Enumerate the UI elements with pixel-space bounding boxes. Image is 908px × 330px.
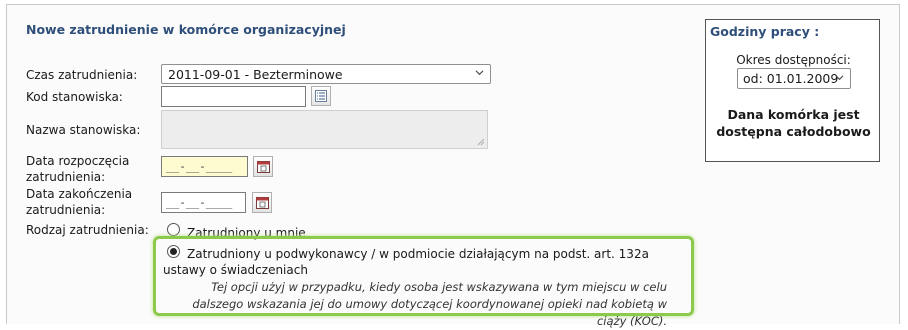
end-date-input[interactable]: __-__-____ (161, 192, 246, 213)
start-date-input[interactable]: __-__-____ (161, 156, 248, 177)
subcontractor-hint: Tej opcji użyj w przypadku, kiedy osoba … (192, 280, 667, 328)
position-name-field (161, 110, 488, 149)
employment-time-value: 2011-09-01 - Bezterminowe (168, 67, 343, 82)
position-code-picker-button[interactable] (311, 86, 331, 106)
calendar-icon (256, 161, 270, 173)
availability-message: Dana komórka jest dostępna całodobowo (716, 107, 871, 139)
position-code-label: Kod stanowiska: (26, 90, 123, 104)
end-date-label: Data zakończenia zatrudnienia: (26, 187, 133, 217)
employment-time-label: Czas zatrudnienia: (26, 68, 138, 82)
list-picker-icon (315, 90, 327, 102)
working-hours-title: Godziny pracy : (710, 24, 820, 39)
position-name-label: Nazwa stanowiska: (26, 123, 141, 137)
section-title: Nowe zatrudnienie w komórce organizacyjn… (26, 22, 346, 37)
availability-label: Okres dostępności: (736, 53, 851, 67)
start-date-label: Data rozpoczęcia zatrudnienia: (26, 154, 130, 184)
employment-type-option-subcontractor[interactable]: Zatrudniony u podwykonawcy / w podmiocie… (163, 246, 683, 278)
availability-select[interactable]: od: 01.01.2009 (737, 68, 851, 89)
position-code-input[interactable] (161, 86, 306, 107)
chevron-down-icon (835, 75, 844, 81)
employment-type-label: Rodzaj zatrudnienia: (26, 223, 149, 237)
employment-type-radio-own[interactable] (167, 223, 180, 236)
working-hours-box: Godziny pracy : Okres dostępności: od: 0… (705, 19, 880, 162)
chevron-down-icon (475, 70, 484, 76)
employment-time-select[interactable]: 2011-09-01 - Bezterminowe (161, 64, 491, 84)
resize-grip-icon (477, 138, 485, 146)
end-date-calendar-button[interactable] (252, 192, 272, 213)
start-date-calendar-button[interactable] (253, 156, 273, 177)
availability-value: od: 01.01.2009 (743, 71, 839, 86)
calendar-icon (255, 197, 269, 209)
